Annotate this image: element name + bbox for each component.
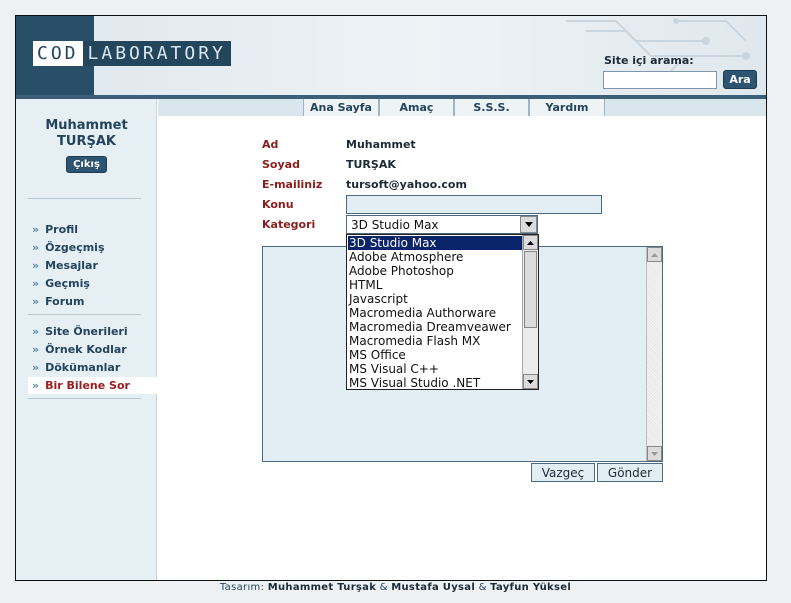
chevron-right-icon: » bbox=[32, 277, 40, 290]
top-nav: Ana Sayfa Amaç S.S.S. Yardım bbox=[158, 99, 766, 116]
designer-name: Mustafa Uysal bbox=[391, 582, 476, 593]
sidebar: Muhammet TURŞAK Çıkış » Profil » Özgeçmiş … bbox=[16, 99, 158, 580]
search-input[interactable] bbox=[603, 71, 717, 89]
dropdown-option[interactable]: Macromedia Flash MX bbox=[348, 334, 522, 348]
user-first-name: Muhammet bbox=[45, 118, 128, 133]
chevron-down-icon bbox=[524, 222, 533, 227]
sidebar-item-label: Site Önerileri bbox=[45, 325, 128, 338]
nav-sss[interactable]: S.S.S. bbox=[454, 99, 529, 116]
scroll-up-button[interactable] bbox=[647, 247, 662, 262]
nav-ana-sayfa[interactable]: Ana Sayfa bbox=[303, 99, 379, 116]
sidebar-divider bbox=[28, 198, 141, 199]
konu-input[interactable] bbox=[346, 195, 602, 214]
sidebar-item-mesajlar[interactable]: » Mesajlar bbox=[28, 257, 158, 274]
sidebar-item-ozgecmis[interactable]: » Özgeçmiş bbox=[28, 239, 158, 256]
kategori-selected-value: 3D Studio Max bbox=[351, 218, 439, 232]
kategori-select[interactable]: 3D Studio Max bbox=[346, 215, 538, 234]
sidebar-divider bbox=[28, 398, 141, 399]
dropdown-option[interactable]: MS Visual Studio .NET bbox=[348, 376, 522, 389]
chevron-right-icon: » bbox=[32, 325, 40, 338]
user-name: Muhammet TURŞAK bbox=[16, 118, 157, 150]
arrow-down-icon bbox=[527, 379, 534, 384]
sidebar-item-label: Forum bbox=[45, 295, 85, 308]
dropdown-arrow-button[interactable] bbox=[520, 216, 537, 233]
scroll-down-button[interactable] bbox=[647, 446, 662, 461]
sidebar-item-label: Dökümanlar bbox=[45, 361, 121, 374]
dropdown-option[interactable]: MS Visual C++ bbox=[348, 362, 522, 376]
konu-label: Konu bbox=[262, 198, 294, 211]
chevron-right-icon: » bbox=[32, 379, 40, 392]
arrow-down-icon bbox=[651, 451, 658, 456]
submit-button[interactable]: Gönder bbox=[597, 463, 663, 482]
email-value: tursoft@yahoo.com bbox=[346, 178, 467, 191]
sidebar-item-label: Geçmiş bbox=[45, 277, 90, 290]
logout-button[interactable]: Çıkış bbox=[66, 156, 107, 173]
nav-amac[interactable]: Amaç bbox=[379, 99, 454, 116]
sidebar-item-label: Bir Bilene Sor bbox=[45, 379, 130, 392]
sidebar-item-label: Profil bbox=[45, 223, 79, 236]
sidebar-item-ornek-kodlar[interactable]: » Örnek Kodlar bbox=[28, 341, 158, 358]
arrow-up-icon bbox=[527, 240, 534, 245]
sidebar-item-label: Özgeçmiş bbox=[45, 241, 105, 254]
dropdown-option[interactable]: Adobe Atmosphere bbox=[348, 250, 522, 264]
footer: Tasarım: Muhammet Turşak & Mustafa Uysal… bbox=[0, 582, 791, 593]
sidebar-divider bbox=[28, 314, 141, 315]
dropdown-option[interactable]: Adobe Photoshop bbox=[348, 264, 522, 278]
search-label: Site içi arama: bbox=[604, 54, 694, 67]
soyad-value: TURŞAK bbox=[346, 158, 396, 171]
email-label: E-mailiniz bbox=[262, 178, 323, 191]
kategori-label: Kategori bbox=[262, 218, 316, 231]
logo-text-right: LABORATORY bbox=[82, 41, 231, 66]
scroll-thumb[interactable] bbox=[524, 251, 537, 328]
chevron-right-icon: » bbox=[32, 241, 40, 254]
dropdown-option[interactable]: HTML bbox=[348, 278, 522, 292]
nav-yardim[interactable]: Yardım bbox=[529, 99, 605, 116]
cancel-button[interactable]: Vazgeç bbox=[531, 463, 595, 482]
chevron-right-icon: » bbox=[32, 223, 40, 236]
sidebar-item-gecmis[interactable]: » Geçmiş bbox=[28, 275, 158, 292]
sidebar-item-profil[interactable]: » Profil bbox=[28, 221, 158, 238]
dropdown-scrollbar[interactable] bbox=[522, 235, 538, 389]
chevron-right-icon: » bbox=[32, 361, 40, 374]
footer-amp: & bbox=[379, 582, 388, 593]
arrow-up-icon bbox=[651, 252, 658, 257]
sidebar-item-label: Örnek Kodlar bbox=[45, 343, 127, 356]
sidebar-item-bir-bilene-sor[interactable]: » Bir Bilene Sor bbox=[28, 377, 158, 394]
chevron-right-icon: » bbox=[32, 343, 40, 356]
sidebar-item-forum[interactable]: » Forum bbox=[28, 293, 158, 310]
dropdown-option[interactable]: MS Office bbox=[348, 348, 522, 362]
soyad-label: Soyad bbox=[262, 158, 300, 171]
scroll-down-button[interactable] bbox=[523, 374, 538, 389]
ad-value: Muhammet bbox=[346, 138, 416, 151]
page-frame: COD LABORATORY Site içi arama: Ara Muham… bbox=[15, 15, 767, 581]
header: COD LABORATORY Site içi arama: Ara bbox=[16, 16, 766, 95]
designer-name: Muhammet Turşak bbox=[267, 582, 377, 593]
footer-prefix: Tasarım: bbox=[219, 582, 265, 593]
user-last-name: TURŞAK bbox=[57, 134, 116, 149]
footer-amp: & bbox=[478, 582, 487, 593]
dropdown-option[interactable]: Macromedia Dreamveawer bbox=[348, 320, 522, 334]
chevron-right-icon: » bbox=[32, 259, 40, 272]
dropdown-option[interactable]: Javascript bbox=[348, 292, 522, 306]
chevron-right-icon: » bbox=[32, 295, 40, 308]
sidebar-item-label: Mesajlar bbox=[45, 259, 98, 272]
scroll-up-button[interactable] bbox=[523, 235, 538, 250]
ad-label: Ad bbox=[262, 138, 279, 151]
search-button[interactable]: Ara bbox=[723, 70, 757, 89]
dropdown-option[interactable]: Macromedia Authorware bbox=[348, 306, 522, 320]
sidebar-item-dokumanlar[interactable]: » Dökümanlar bbox=[28, 359, 158, 376]
message-scrollbar[interactable] bbox=[646, 247, 662, 461]
sidebar-item-site-onerileri[interactable]: » Site Önerileri bbox=[28, 323, 158, 340]
logo: COD LABORATORY bbox=[33, 41, 231, 66]
logo-text-left: COD bbox=[33, 41, 83, 66]
designer-name: Tayfun Yüksel bbox=[490, 582, 572, 593]
dropdown-option[interactable]: 3D Studio Max bbox=[348, 236, 522, 250]
kategori-dropdown-list[interactable]: 3D Studio Max Adobe Atmosphere Adobe Pho… bbox=[346, 234, 539, 390]
